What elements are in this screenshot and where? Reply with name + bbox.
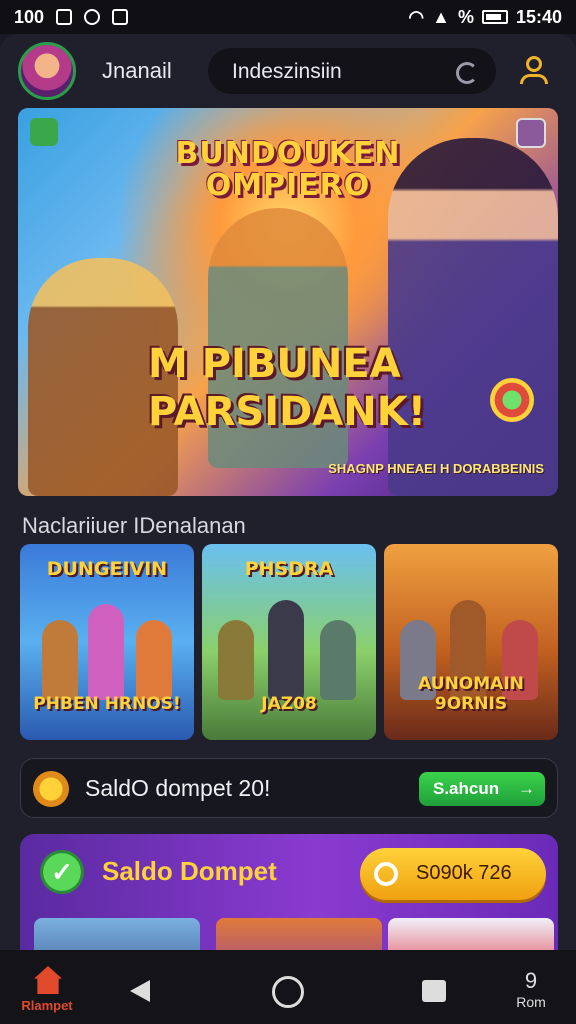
game-card-title: PHSDRA bbox=[244, 558, 334, 580]
card-character bbox=[42, 620, 78, 700]
search-input[interactable]: Indeszinsiin bbox=[208, 48, 496, 94]
game-card-1[interactable]: DUNGEIVIN PHBEN HRNOS! bbox=[20, 544, 194, 740]
promo-search-button[interactable]: S090k 726 bbox=[360, 848, 546, 900]
status-text: 100 bbox=[14, 6, 45, 27]
message-icon bbox=[56, 9, 73, 25]
wallet-bar: SaldO dompet 20! S.ahcun → bbox=[20, 758, 558, 818]
more-number: 9 bbox=[524, 968, 538, 993]
clock: 15:40 bbox=[515, 6, 562, 27]
character-portrait-icon bbox=[516, 118, 546, 148]
username: Jnanail bbox=[102, 58, 172, 83]
signal-icon: ▲ bbox=[432, 6, 450, 27]
bottom-nav: Rlampet 9 Rom bbox=[0, 950, 576, 1024]
refresh-icon[interactable] bbox=[456, 62, 478, 84]
back-icon[interactable] bbox=[130, 980, 150, 1002]
status-bar: 100 ◠ ▲ % 15:40 bbox=[0, 0, 576, 34]
arrow-right-icon: → bbox=[518, 779, 535, 798]
more-label: Rom bbox=[516, 994, 546, 1010]
app-container: Jnanail Indeszinsiin BUNDOUKEN OMPIERO M… bbox=[0, 34, 576, 950]
home-icon bbox=[34, 966, 62, 994]
hero-headline-line2: PARSIDANK! bbox=[148, 389, 426, 435]
profile-icon-body bbox=[520, 74, 548, 84]
sync-icon bbox=[84, 9, 101, 25]
home-button[interactable]: Rlampet bbox=[12, 966, 82, 1018]
coin-icon bbox=[33, 771, 69, 807]
game-card-caption: PHBEN HRNOS! bbox=[33, 694, 181, 714]
card-character bbox=[136, 620, 172, 700]
profile-icon-head bbox=[526, 56, 542, 72]
home-label: Rlampet bbox=[21, 998, 73, 1013]
game-card-title: DUNGEIVIN bbox=[46, 558, 168, 580]
status-left: 100 bbox=[14, 6, 129, 28]
gems-icon bbox=[490, 378, 534, 422]
hero-banner[interactable]: BUNDOUKEN OMPIERO M PIBUNEA PARSIDANK! S… bbox=[18, 108, 558, 496]
search-icon bbox=[374, 862, 398, 886]
section-title: Naclariiuer IDenalanan bbox=[22, 513, 246, 538]
gem-icon bbox=[30, 118, 58, 146]
battery-percent: % bbox=[457, 6, 474, 27]
card-character bbox=[268, 600, 304, 700]
more-button[interactable]: 9 Rom bbox=[506, 968, 556, 1020]
promo-title: Saldo Dompet bbox=[102, 856, 277, 886]
wallet-balance-text: SaldO dompet 20! bbox=[85, 775, 271, 801]
check-icon: ✓ bbox=[40, 850, 84, 894]
game-card-caption: AUNOMAIN 9ORNIS bbox=[418, 674, 524, 714]
hero-title: BUNDOUKEN OMPIERO bbox=[175, 136, 401, 203]
hero-subtitle: SHAGNP HNEAEI H DORABBEINIS bbox=[328, 461, 544, 476]
wallet-action-button[interactable]: S.ahcun → bbox=[419, 772, 545, 806]
hero-headline: M PIBUNEA PARSIDANK! bbox=[148, 340, 478, 436]
status-right: ◠ ▲ % 15:40 bbox=[408, 7, 562, 28]
hero-character-right bbox=[388, 138, 558, 496]
wifi-icon: ◠ bbox=[408, 6, 425, 27]
game-card-3[interactable]: AUNOMAIN 9ORNIS bbox=[384, 544, 558, 740]
game-card-caption: JAZ08 bbox=[261, 694, 317, 714]
promo-thumbnail[interactable] bbox=[34, 918, 200, 950]
promo-thumbnail[interactable] bbox=[388, 918, 554, 950]
avatar[interactable] bbox=[18, 42, 76, 100]
profile-icon[interactable] bbox=[520, 56, 548, 86]
lock-icon bbox=[112, 9, 129, 25]
card-character bbox=[320, 620, 356, 700]
game-card-2[interactable]: PHSDRA JAZ08 bbox=[202, 544, 376, 740]
search-input-value[interactable]: Indeszinsiin bbox=[232, 60, 342, 84]
recents-icon[interactable] bbox=[422, 980, 446, 1002]
battery-icon bbox=[481, 10, 508, 24]
promo-thumbnail[interactable] bbox=[216, 918, 382, 950]
hero-headline-line1: M PIBUNEA bbox=[148, 341, 401, 387]
wallet-action-label: S.ahcun bbox=[433, 779, 500, 798]
promo-button-label: S090k 726 bbox=[416, 862, 512, 884]
card-character bbox=[88, 604, 124, 700]
promo-card: ✓ Saldo Dompet S090k 726 bbox=[20, 834, 558, 950]
card-character bbox=[218, 620, 254, 700]
home-circle-icon[interactable] bbox=[272, 976, 304, 1008]
top-nav: Jnanail Indeszinsiin bbox=[0, 34, 576, 108]
